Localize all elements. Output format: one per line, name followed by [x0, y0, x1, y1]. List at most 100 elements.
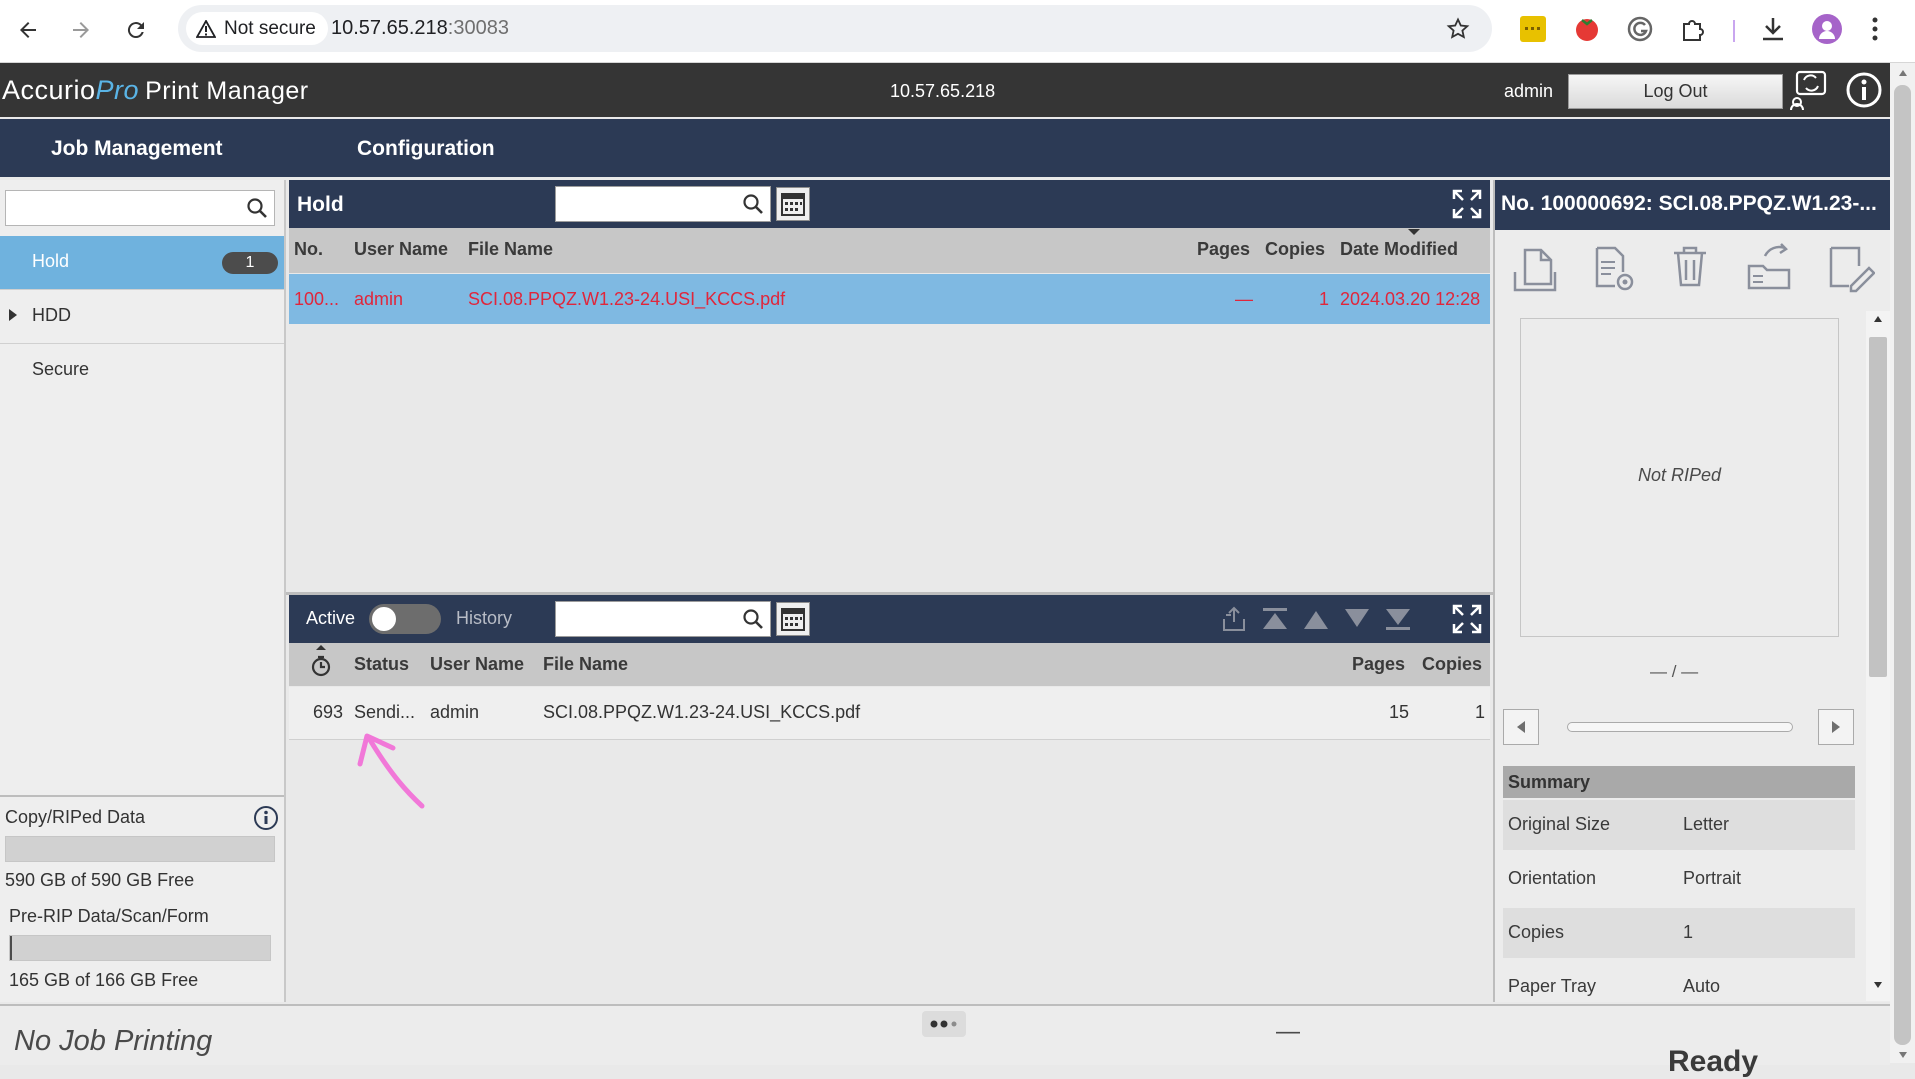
hold-search-input[interactable] — [555, 186, 771, 222]
column-header[interactable]: No. — [294, 239, 323, 260]
table-row[interactable]: 693 Sendi... admin SCI.08.PPQZ.W1.23-24.… — [289, 687, 1490, 740]
scroll-down-arrow-icon[interactable] — [1873, 981, 1883, 989]
expand-icon[interactable] — [1451, 603, 1483, 635]
column-header[interactable]: File Name — [543, 654, 628, 675]
info-icon[interactable] — [1845, 71, 1883, 109]
summary-key: Paper Tray — [1508, 976, 1597, 996]
sidebar-search-input[interactable] — [5, 190, 275, 226]
expand-icon[interactable] — [1451, 188, 1483, 220]
column-header[interactable]: Copies — [1422, 654, 1482, 675]
logo-accurio: Accurio — [2, 75, 96, 105]
summary-key: Original Size — [1508, 814, 1611, 834]
export-job-icon[interactable] — [1220, 605, 1248, 633]
connection-status-icon[interactable] — [1790, 70, 1828, 110]
delete-job-icon[interactable] — [1669, 244, 1711, 290]
sort-descending-icon[interactable] — [1407, 228, 1421, 236]
security-chip[interactable]: Not secure — [186, 12, 328, 45]
sidebar-item-hold[interactable]: Hold 1 — [0, 236, 284, 290]
scroll-up-arrow-icon[interactable] — [1898, 69, 1908, 77]
printer-ready-status: Ready — [1668, 1045, 1759, 1078]
logo-print-manager: Print Manager — [145, 77, 309, 105]
move-up-icon[interactable] — [1302, 607, 1330, 631]
forward-icon[interactable] — [63, 12, 99, 48]
scroll-up-arrow-icon[interactable] — [1873, 315, 1883, 323]
url-text[interactable]: 10.57.65.218:30083 — [331, 17, 509, 40]
column-header[interactable]: Date Modified — [1340, 239, 1458, 260]
job-copies: 1 — [1475, 702, 1486, 722]
job-settings-icon[interactable] — [1591, 244, 1639, 294]
print-job-icon[interactable] — [1511, 244, 1559, 294]
summary-row: Original Size Letter — [1503, 800, 1855, 850]
edit-job-icon[interactable] — [1827, 244, 1875, 294]
active-panel-header: Active History — [289, 595, 1490, 643]
sidebar-item-label: Hold — [32, 251, 70, 271]
next-page-button[interactable] — [1818, 709, 1854, 745]
column-header[interactable]: Pages — [1352, 654, 1405, 675]
job-status: Sendi... — [354, 702, 416, 722]
move-top-icon[interactable] — [1261, 607, 1289, 631]
tomato-extension-icon[interactable] — [1573, 15, 1601, 43]
sidebar-item-hdd[interactable]: HDD — [0, 290, 284, 344]
status-bar-handle[interactable] — [922, 1011, 966, 1037]
table-row[interactable]: 100... admin SCI.08.PPQZ.W1.23-24.USI_KC… — [289, 274, 1490, 324]
status-dash: — — [1276, 1018, 1300, 1045]
detail-scrollbar[interactable] — [1866, 311, 1890, 1001]
previous-page-button[interactable] — [1503, 709, 1539, 745]
sidebar: Hold 1 HDD Secure Copy/RIPed Data 590 GB… — [0, 180, 286, 1002]
page-slider[interactable] — [1567, 722, 1793, 732]
profile-avatar[interactable] — [1812, 14, 1842, 44]
storage-info-icon[interactable] — [253, 805, 279, 831]
column-header[interactable]: Copies — [1265, 239, 1325, 260]
timer-sort-icon[interactable] — [309, 645, 333, 679]
storage-free-text: 165 GB of 166 GB Free — [9, 970, 199, 990]
calendar-icon[interactable] — [776, 187, 810, 221]
sidebar-item-label: Secure — [32, 359, 90, 379]
scroll-thumb[interactable] — [1894, 85, 1911, 1045]
tab-job-management[interactable]: Job Management — [51, 137, 223, 161]
sidebar-item-secure[interactable]: Secure — [0, 344, 284, 397]
browser-menu-icon[interactable] — [1870, 16, 1880, 42]
move-bottom-icon[interactable] — [1384, 607, 1412, 631]
toolbar-divider — [1733, 20, 1735, 42]
move-down-icon[interactable] — [1343, 607, 1371, 631]
summary-row: Paper Tray Auto — [1503, 962, 1855, 1002]
active-history-toggle[interactable] — [369, 604, 441, 634]
calendar-icon[interactable] — [776, 602, 810, 636]
column-header[interactable]: File Name — [468, 239, 553, 260]
preview-status-text: Not RIPed — [1637, 465, 1722, 485]
active-search-input[interactable] — [555, 601, 771, 637]
back-icon[interactable] — [10, 12, 46, 48]
hold-panel-title: Hold — [297, 193, 344, 216]
toggle-knob — [372, 607, 396, 631]
column-header[interactable]: User Name — [354, 239, 448, 260]
column-header[interactable]: Status — [354, 654, 409, 675]
grammarly-icon[interactable] — [1627, 16, 1653, 42]
search-icon[interactable] — [742, 193, 764, 215]
address-bar[interactable]: Not secure 10.57.65.218:30083 — [178, 5, 1492, 52]
logout-button[interactable]: Log Out — [1568, 74, 1783, 109]
column-header[interactable]: User Name — [430, 654, 524, 675]
tab-configuration[interactable]: Configuration — [357, 137, 495, 161]
active-label: Active — [306, 608, 356, 628]
job-user: admin — [354, 289, 404, 309]
summary-title: Summary — [1508, 772, 1591, 792]
download-icon[interactable] — [1759, 15, 1787, 43]
expand-arrow-icon[interactable] — [8, 308, 18, 322]
app-logo: AccurioPro Print Manager — [2, 75, 309, 106]
storage-usage-bar — [9, 935, 271, 961]
scroll-thumb[interactable] — [1869, 337, 1887, 677]
scroll-down-arrow-icon[interactable] — [1898, 1051, 1908, 1059]
extensions-puzzle-icon[interactable] — [1680, 16, 1706, 42]
summary-row: Copies 1 — [1503, 908, 1855, 958]
search-icon[interactable] — [246, 197, 268, 219]
storage-free-text: 590 GB of 590 GB Free — [5, 870, 195, 890]
column-header[interactable]: Pages — [1197, 239, 1250, 260]
storage-usage-fill — [10, 936, 13, 960]
move-job-icon[interactable] — [1745, 240, 1795, 292]
search-icon[interactable] — [742, 608, 764, 630]
reload-icon[interactable] — [118, 12, 154, 48]
job-preview: Not RIPed — [1520, 318, 1839, 637]
bookmark-star-icon[interactable] — [1446, 17, 1470, 41]
page-scrollbar[interactable] — [1890, 63, 1915, 1063]
extension-yellow-icon[interactable] — [1520, 16, 1546, 42]
